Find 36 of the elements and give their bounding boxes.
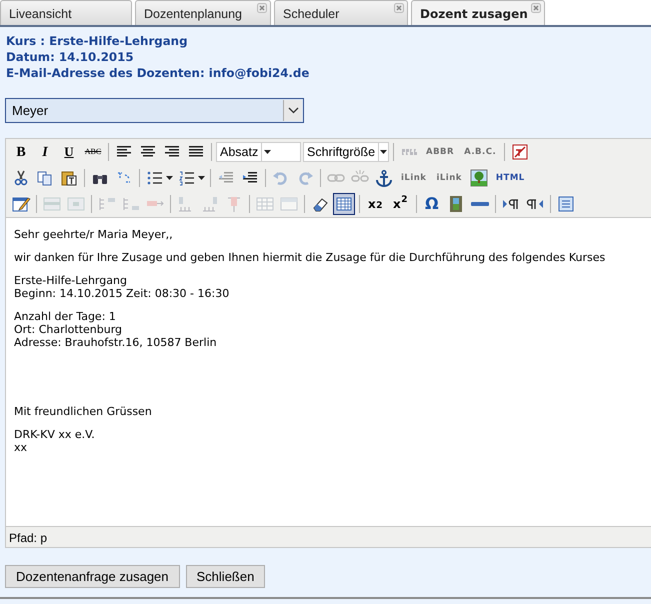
header-text: E-Mail-Adresse des Dozenten: info@fobi24.de xyxy=(6,65,310,81)
header-text: Datum: 14.10.2015 xyxy=(6,49,135,65)
letter-paragraph: DRK-KV xx e.V. xx xyxy=(14,428,96,454)
tab[interactable]: Scheduler xyxy=(274,0,408,25)
letter-paragraph: Sehr geehrte/r Maria Meyer,, xyxy=(14,228,174,241)
letter-paragraph: Mit freundlichen Grüssen xyxy=(14,405,153,418)
bold-button[interactable]: B xyxy=(10,141,32,163)
caret-icon[interactable] xyxy=(261,143,272,161)
underline-button[interactable]: U xyxy=(58,141,80,163)
letter-paragraph: Erste-Hilfe-Lehrgang Beginn: 14.10.2015 Zeit: 08:30 - 16:30 xyxy=(14,274,230,300)
anchor-icon[interactable] xyxy=(373,167,395,189)
recipient-select[interactable]: Meyer xyxy=(5,98,304,123)
close-button[interactable]: Schließen xyxy=(186,565,266,588)
table-grid-icon[interactable] xyxy=(333,193,355,215)
letter-paragraph: Anzahl der Tage: 1 Ort: Charlottenburg Adresse: Brauhofstr.16, 10587 Berlin xyxy=(14,310,218,349)
toolbar-button[interactable]: x$_{2}$ xyxy=(364,193,388,215)
tab[interactable]: Dozent zusagen xyxy=(411,0,545,25)
close-icon[interactable] xyxy=(531,3,541,13)
tree-image-icon[interactable] xyxy=(468,167,490,189)
close-icon[interactable] xyxy=(257,3,267,13)
chevron-down-icon[interactable] xyxy=(283,100,302,121)
letter-paragraph: wir danken für Ihre Zusage und geben Ihnen hiermit die Zusage für die Durchführung des folgendes Kurses xyxy=(14,251,606,264)
toolbar-button[interactable]: HTML xyxy=(492,167,529,189)
italic-button[interactable]: I xyxy=(34,141,56,163)
caret-icon[interactable] xyxy=(378,143,388,161)
toolbar-button[interactable]: x$^{2}$ xyxy=(389,193,412,215)
path-text: Pfad: p xyxy=(9,531,48,545)
confirm-button[interactable]: Dozentenanfrage zusagen xyxy=(5,565,180,588)
tab[interactable]: Dozentenplanung xyxy=(135,0,271,25)
strikethrough-button[interactable]: ABC xyxy=(82,141,104,163)
header-text: Kurs : Erste-Hilfe-Lehrgang xyxy=(6,33,189,49)
format-dropdown[interactable]: Schriftgröße xyxy=(303,142,389,162)
tab[interactable]: Liveansicht xyxy=(0,0,132,25)
toolbar-button[interactable]: Ω xyxy=(421,193,444,215)
format-dropdown[interactable]: Absatz xyxy=(216,142,301,162)
close-icon[interactable] xyxy=(394,3,404,13)
